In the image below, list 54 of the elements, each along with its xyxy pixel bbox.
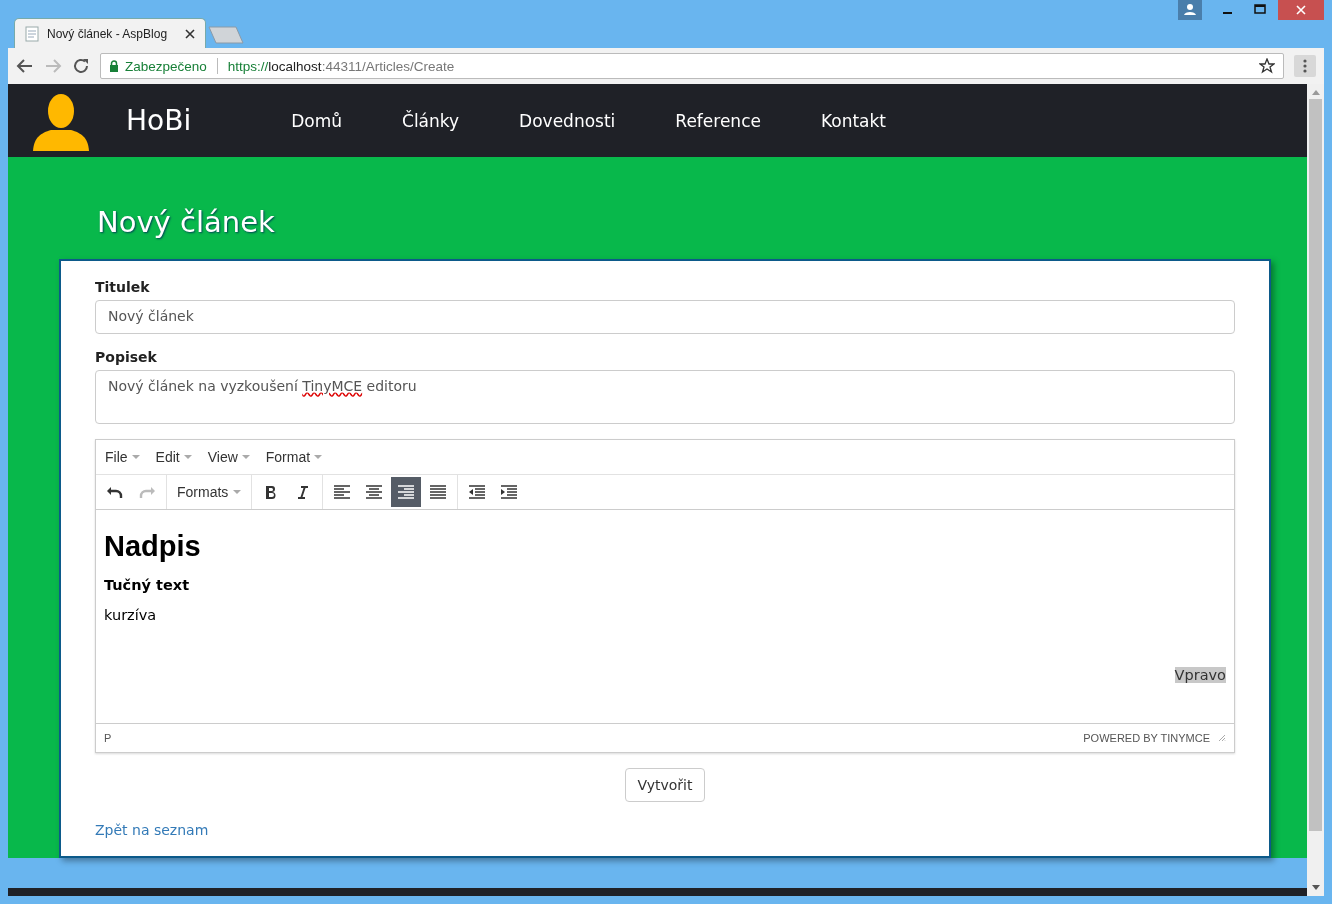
browser-tab[interactable]: Nový článek - AspBlog xyxy=(14,18,206,48)
caret-icon xyxy=(241,455,250,459)
nav-link[interactable]: Dovednosti xyxy=(519,110,616,131)
star-icon[interactable] xyxy=(1259,58,1275,74)
caret-icon xyxy=(314,455,323,459)
nav-link[interactable]: Články xyxy=(402,110,460,131)
field-label: Popisek xyxy=(95,349,158,365)
page-title: Nový článek xyxy=(97,205,276,239)
profile-icon[interactable] xyxy=(1178,0,1202,20)
indent-icon xyxy=(500,484,519,500)
align-left-icon xyxy=(333,484,352,500)
branding-text[interactable]: POWERED BY TINYMCE xyxy=(1083,732,1210,744)
align-right-icon xyxy=(397,484,416,500)
nav-link[interactable]: Domů xyxy=(291,110,342,131)
align-right-button[interactable] xyxy=(391,477,422,507)
back-arrow-icon[interactable] xyxy=(16,58,34,74)
back-link[interactable]: Zpět na seznam xyxy=(95,822,209,838)
caret-icon xyxy=(131,455,140,459)
editor-menu-item[interactable]: File xyxy=(105,449,140,465)
page-icon xyxy=(25,25,39,42)
editor-paragraph: kurzíva xyxy=(104,607,158,623)
tab-title: Nový článek - AspBlog xyxy=(47,26,169,41)
nav-link[interactable]: Reference xyxy=(675,110,761,131)
title-input[interactable]: Nový článek xyxy=(95,300,1235,334)
address-bar[interactable]: Zabezpečeno https://localhost:44311/Articles/Create xyxy=(100,53,1284,79)
menu-icon[interactable] xyxy=(1294,55,1316,77)
close-icon[interactable] xyxy=(185,28,195,39)
editor-menu-item[interactable]: View xyxy=(207,449,250,465)
field-label: Titulek xyxy=(95,279,151,295)
editor-heading: Nadpis xyxy=(104,530,202,563)
editor-menu-item[interactable]: Format xyxy=(265,449,323,465)
align-center-icon xyxy=(365,484,384,500)
editor-bold-text: Tučný text xyxy=(104,577,191,593)
reload-icon[interactable] xyxy=(72,57,90,75)
selected-text: Vpravo xyxy=(1174,667,1226,683)
avatar-silhouette-icon xyxy=(33,93,89,151)
resize-handle-icon[interactable] xyxy=(1218,734,1226,742)
formats-dropdown[interactable]: Formats xyxy=(171,477,248,507)
caret-icon xyxy=(183,455,192,459)
scrollbar[interactable] xyxy=(1307,84,1324,896)
url-text: https://localhost:44311/Articles/Create xyxy=(227,58,456,74)
caret-icon xyxy=(233,490,242,494)
outdent-icon xyxy=(468,484,487,500)
description-textarea[interactable]: Nový článek na vyzkoušení TinyMCE editoru xyxy=(95,370,1235,424)
redo-icon xyxy=(138,484,156,500)
nav-link[interactable]: Kontakt xyxy=(820,110,887,131)
create-button[interactable]: Vytvořit xyxy=(624,768,706,802)
editor-menu-item[interactable]: Edit xyxy=(155,449,192,465)
lock-icon xyxy=(109,60,119,72)
align-justify-icon xyxy=(429,484,448,500)
element-path: P xyxy=(104,732,113,744)
secure-label: Zabezpečeno xyxy=(125,58,207,74)
brand-name[interactable]: HoBi xyxy=(126,104,192,137)
scroll-down-arrow-icon[interactable] xyxy=(1311,885,1320,890)
